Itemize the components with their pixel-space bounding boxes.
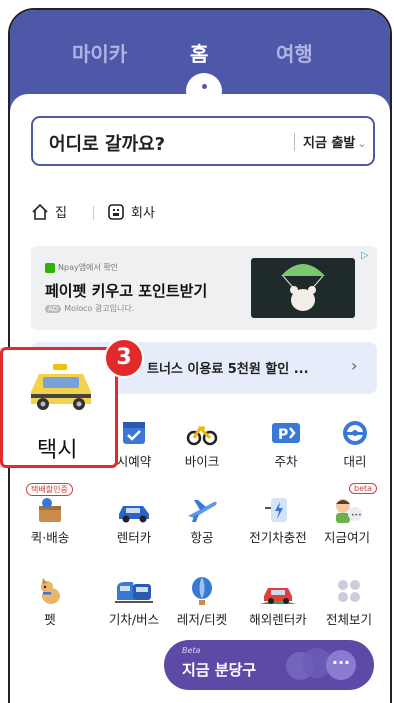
tab-home[interactable]: 홈 — [190, 38, 208, 67]
dog-icon — [41, 578, 60, 604]
service-leisure-ticket[interactable]: 레저/티켓 — [162, 576, 242, 628]
chevron-right-icon: › — [351, 356, 358, 375]
destination-search[interactable]: 어디로 갈까요? 지금 출발 ⌄ — [31, 116, 375, 166]
service-label: 레저/티켓 — [176, 612, 228, 627]
service-pet[interactable]: 펫 — [10, 576, 90, 628]
depart-label: 지금 출발 — [303, 136, 356, 151]
train-icon — [115, 582, 153, 603]
ad-badge: AD — [45, 304, 62, 313]
tab-mycar[interactable]: 마이카 — [72, 38, 127, 67]
service-label: 전체보기 — [325, 612, 372, 627]
npay-logo-icon — [45, 262, 55, 273]
people-chat-icon: ••• — [336, 499, 362, 523]
ad-banner[interactable]: Npay앱에서 확인 페이펫 키우고 포인트받기 AD Moloco 광고입니다… — [31, 246, 377, 330]
ad-disclaimer: AD Moloco 광고입니다. — [45, 303, 134, 314]
ad-disclaimer-text: Moloco 광고입니다. — [64, 304, 135, 313]
place-home[interactable]: 집 — [31, 202, 67, 221]
ad-source: Npay앱에서 확인 — [45, 262, 118, 273]
service-label: 대리 — [343, 454, 367, 469]
location-text: 지금 분당구 — [182, 661, 257, 679]
service-label: 주차 — [274, 454, 298, 469]
svg-text:•••: ••• — [351, 512, 362, 519]
parachute-bear-icon — [281, 264, 325, 311]
bike-icon — [186, 425, 218, 446]
promo-text: 트너스 이용료 5천원 할인 ... — [147, 362, 309, 377]
overseas-car-icon — [260, 588, 296, 604]
service-ev-charging[interactable]: 전기차충전 — [238, 494, 318, 546]
taxi-icon — [31, 364, 91, 410]
service-label: 바이크 — [184, 454, 220, 469]
svg-text:P: P — [278, 427, 288, 443]
active-tab-notch — [186, 73, 222, 109]
home-icon — [32, 203, 48, 220]
service-label: 해외렌터카 — [249, 612, 307, 627]
place-office[interactable]: 회사 — [107, 202, 155, 221]
service-quick-delivery[interactable]: 퀵·배송 — [10, 494, 90, 546]
parking-icon: P — [272, 423, 300, 443]
beta-badge: beta — [349, 483, 378, 494]
service-label: 펫 — [44, 612, 56, 627]
reservation-icon — [123, 422, 145, 444]
taxi-label: 택시 — [37, 438, 78, 463]
rental-car-icon — [119, 506, 149, 523]
service-label: 지금여기 — [323, 530, 370, 545]
service-label: 전기차충전 — [249, 530, 307, 545]
depart-time-selector[interactable]: 지금 출발 ⌄ — [303, 132, 367, 151]
service-here-now[interactable]: ••• 지금여기 — [307, 494, 387, 546]
office-icon — [108, 203, 124, 220]
current-location-pill[interactable]: Beta 지금 분당구 ··· — [164, 640, 374, 690]
ad-choices-icon[interactable]: ▷ — [361, 250, 369, 261]
grid-dots-icon — [338, 580, 360, 602]
beta-label: Beta — [182, 646, 201, 655]
service-flight[interactable]: 항공 — [162, 494, 242, 546]
service-label: 항공 — [190, 530, 214, 545]
steering-wheel-icon — [343, 421, 367, 445]
search-divider — [294, 133, 295, 151]
service-parking[interactable]: P 주차 — [246, 418, 326, 470]
delivery-icon — [39, 498, 61, 522]
place-home-label: 집 — [55, 206, 67, 221]
taxi-service-highlight[interactable]: 택시 — [0, 347, 118, 468]
ad-source-text: Npay앱에서 확인 — [58, 263, 119, 272]
step-number-badge: 3 — [104, 338, 144, 378]
chevron-down-icon: ⌄ — [357, 137, 367, 150]
balloon-icon — [192, 577, 212, 605]
places-divider — [93, 206, 94, 220]
service-overseas-rental[interactable]: 해외렌터카 — [238, 576, 318, 628]
airplane-icon — [188, 500, 217, 522]
service-view-all[interactable]: 전체보기 — [309, 576, 389, 628]
place-office-label: 회사 — [131, 206, 155, 221]
service-designated-driver[interactable]: 대리 — [315, 418, 390, 470]
search-placeholder: 어디로 갈까요? — [49, 134, 166, 155]
ad-title: 페이펫 키우고 포인트받기 — [45, 282, 208, 300]
service-bike[interactable]: 바이크 — [162, 418, 242, 470]
active-tab-dot — [202, 84, 207, 89]
tab-travel[interactable]: 여행 — [276, 38, 313, 67]
ad-image — [251, 258, 355, 318]
more-icon[interactable]: ··· — [326, 650, 356, 680]
discount-badge: 택배할인중 — [26, 483, 73, 496]
service-label: 퀵·배송 — [30, 530, 70, 545]
ev-charger-icon — [265, 498, 287, 522]
